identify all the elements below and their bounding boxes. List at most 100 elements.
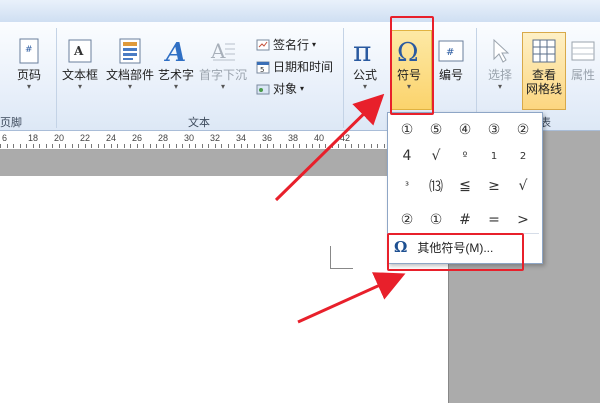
textbox-label: 文本框 [62, 68, 99, 82]
symbol-cell[interactable]: √ [423, 145, 449, 167]
textbox-button[interactable]: A 文本框 ▾ [62, 36, 98, 92]
symbol-cell[interactable]: = [481, 209, 507, 231]
date-time-button[interactable]: 5 日期和时间 [256, 58, 333, 75]
select-button[interactable]: 选择 ▾ [485, 36, 515, 92]
numbering-button[interactable]: # 编号 [436, 36, 466, 82]
ruler-tick [124, 144, 125, 148]
ruler-tick [345, 144, 346, 148]
svg-text:5: 5 [260, 66, 264, 74]
header-footer-group-label: 页脚 [0, 117, 22, 129]
symbol-cell[interactable]: ⑤ [423, 119, 449, 141]
symbol-cell[interactable]: ① [423, 209, 449, 231]
equation-label: 公式 [352, 68, 377, 82]
ruler-tick [325, 144, 326, 148]
ruler-tick [182, 144, 183, 148]
signature-line-button[interactable]: 签名行 ▾ [256, 36, 316, 53]
equation-button[interactable]: π 公式 ▾ [350, 36, 380, 92]
numbering-icon: # [436, 36, 466, 66]
ruler-number: 40 [314, 133, 325, 143]
document-page[interactable] [0, 176, 449, 403]
wordart-label: 艺术字 [158, 68, 195, 82]
symbol-cell[interactable]: º [452, 145, 478, 167]
drop-cap-icon: A [208, 36, 238, 66]
properties-button[interactable]: 属性 [568, 36, 598, 82]
quick-parts-label: 文档部件 [106, 68, 155, 82]
symbol-cell[interactable]: √ [510, 175, 536, 197]
ruler-tick [332, 144, 333, 148]
ruler-tick [52, 144, 53, 148]
symbol-cell[interactable]: ⒀ [423, 175, 449, 197]
view-gridlines-button[interactable]: 查看 网格线 [526, 36, 562, 96]
symbol-cell[interactable]: ② [510, 119, 536, 141]
ruler-tick [78, 144, 79, 148]
symbol-cell[interactable]: ③ [481, 119, 507, 141]
ruler-number: 38 [288, 133, 299, 143]
ruler-tick [215, 144, 216, 148]
symbol-cell[interactable]: # [452, 209, 478, 231]
symbol-cell[interactable]: ≥ [481, 175, 507, 197]
drop-cap-button[interactable]: A 首字下沉 ▾ [199, 36, 247, 92]
ruler-tick [13, 144, 14, 148]
date-time-label: 日期和时间 [273, 60, 334, 74]
text-group-label: 文本 [188, 117, 210, 129]
ruler-tick [195, 144, 196, 148]
ruler-tick [267, 144, 268, 148]
symbol-cell[interactable]: > [510, 209, 536, 231]
ruler-tick [59, 144, 60, 148]
group-divider [343, 28, 344, 128]
ruler-tick [273, 144, 274, 148]
svg-text:A: A [73, 44, 84, 58]
object-icon [256, 82, 270, 96]
view-gridlines-label-line2: 网格线 [526, 82, 563, 96]
signature-icon [256, 38, 270, 52]
quick-parts-button[interactable]: 文档部件 ▾ [106, 36, 154, 92]
ruler-tick [39, 144, 40, 148]
symbol-cell[interactable]: 1 [481, 145, 507, 167]
ruler-number: 42 [340, 133, 351, 143]
calendar-icon: 5 [256, 60, 270, 74]
ruler-number: 18 [28, 133, 39, 143]
page-number-label: 页码 [16, 68, 41, 82]
ruler-tick [260, 144, 261, 148]
svg-text:#: # [25, 45, 33, 55]
ruler-tick [0, 144, 1, 148]
chevron-down-icon: ▾ [497, 82, 502, 91]
ruler-tick [208, 144, 209, 148]
wordart-button[interactable]: A 艺术字 ▾ [158, 36, 194, 92]
object-button[interactable]: 对象 ▾ [256, 80, 304, 97]
view-gridlines-label-line1: 查看 [532, 68, 557, 82]
ruler-tick [117, 144, 118, 148]
symbol-cell[interactable]: ³ [394, 175, 420, 197]
symbol-cell[interactable]: 4 [394, 145, 420, 167]
ruler-tick [202, 144, 203, 148]
ruler-tick [254, 144, 255, 148]
symbol-cell[interactable]: ≦ [452, 175, 478, 197]
ruler-tick [377, 144, 378, 148]
symbol-cell[interactable]: 2 [510, 145, 536, 167]
ruler-tick [65, 144, 66, 148]
object-label: 对象 [273, 82, 298, 96]
drop-cap-label: 首字下沉 [199, 68, 248, 82]
symbol-button-highlight [390, 16, 434, 115]
properties-label: 属性 [570, 68, 595, 82]
page-number-button[interactable]: # 页码 ▾ [14, 36, 44, 92]
svg-text:A: A [163, 38, 186, 65]
symbol-cell[interactable]: ① [394, 119, 420, 141]
ruler-number: 34 [236, 133, 247, 143]
horizontal-ruler[interactable]: 6 18 20 22 24 26 28 30 32 34 36 38 40 42 [0, 131, 448, 150]
textbox-icon: A [65, 36, 95, 66]
symbol-cell[interactable]: ④ [452, 119, 478, 141]
chevron-down-icon: ▾ [128, 82, 133, 91]
ruler-tick [286, 144, 287, 148]
ruler-tick [293, 144, 294, 148]
ruler-tick [319, 144, 320, 148]
title-bar [0, 0, 600, 23]
ruler-tick [104, 144, 105, 148]
symbol-cell[interactable]: ② [394, 209, 420, 231]
ruler-tick [72, 144, 73, 148]
ruler-tick [98, 144, 99, 148]
properties-icon [568, 36, 598, 66]
ruler-tick [247, 144, 248, 148]
ruler-tick [150, 144, 151, 148]
more-symbols-highlight [387, 233, 524, 271]
